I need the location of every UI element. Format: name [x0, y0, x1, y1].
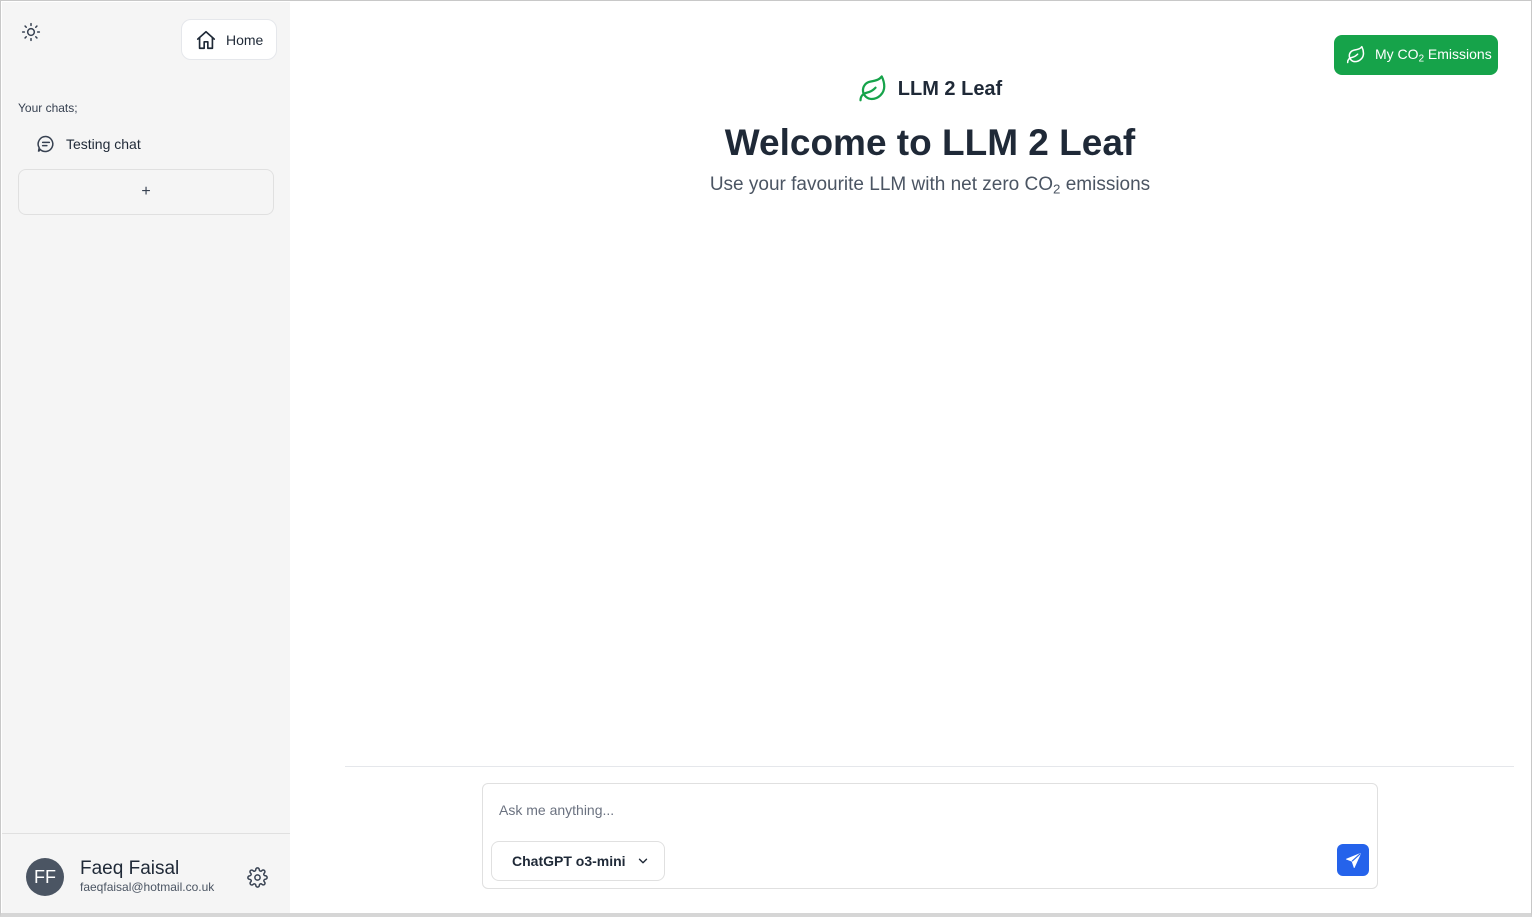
settings-button[interactable]	[245, 865, 269, 889]
co2-button-label: My CO2 Emissions	[1375, 45, 1492, 65]
chat-bubble-icon	[37, 135, 54, 153]
sun-icon	[21, 22, 41, 42]
user-name: Faeq Faisal	[80, 858, 180, 879]
main-panel: My CO2 Emissions LLM 2 Leaf Welcome to L…	[290, 2, 1531, 913]
user-email: faeqfaisal@hotmail.co.uk	[80, 880, 215, 894]
my-co2-emissions-button[interactable]: My CO2 Emissions	[1334, 35, 1498, 75]
page-subtitle: Use your favourite LLM with net zero CO2…	[709, 174, 1151, 197]
send-button[interactable]	[1337, 844, 1369, 876]
model-selector[interactable]: ChatGPT o3-mini	[491, 841, 665, 881]
chevron-down-icon	[638, 858, 647, 864]
brand-name: LLM 2 Leaf	[897, 77, 1003, 100]
chat-item-title: Testing chat	[66, 136, 141, 152]
brand-header: LLM 2 Leaf	[290, 74, 1532, 104]
home-button[interactable]: Home	[181, 19, 277, 60]
home-icon	[196, 30, 216, 49]
new-chat-button[interactable]: +	[18, 169, 274, 215]
theme-toggle-button[interactable]	[14, 15, 48, 49]
chat-composer: ChatGPT o3-mini	[482, 783, 1378, 889]
leaf-icon	[859, 75, 886, 102]
chat-list-item[interactable]: Testing chat	[18, 129, 274, 159]
gear-icon	[246, 866, 268, 888]
avatar: FF	[26, 858, 64, 896]
user-profile-footer: FF Faeq Faisal faeqfaisal@hotmail.co.uk	[2, 833, 290, 913]
send-icon	[1345, 852, 1361, 868]
sidebar: Home Your chats; Testing chat + FF Faeq …	[2, 2, 290, 913]
home-button-label: Home	[226, 31, 264, 48]
leaf-icon	[1346, 45, 1365, 64]
prompt-input[interactable]	[491, 796, 1351, 824]
model-selector-label: ChatGPT o3-mini	[512, 853, 626, 869]
divider	[345, 766, 1514, 767]
page-title: Welcome to LLM 2 Leaf	[724, 122, 1136, 163]
chats-section-label: Your chats;	[18, 101, 78, 115]
app-window: Home Your chats; Testing chat + FF Faeq …	[0, 0, 1532, 917]
